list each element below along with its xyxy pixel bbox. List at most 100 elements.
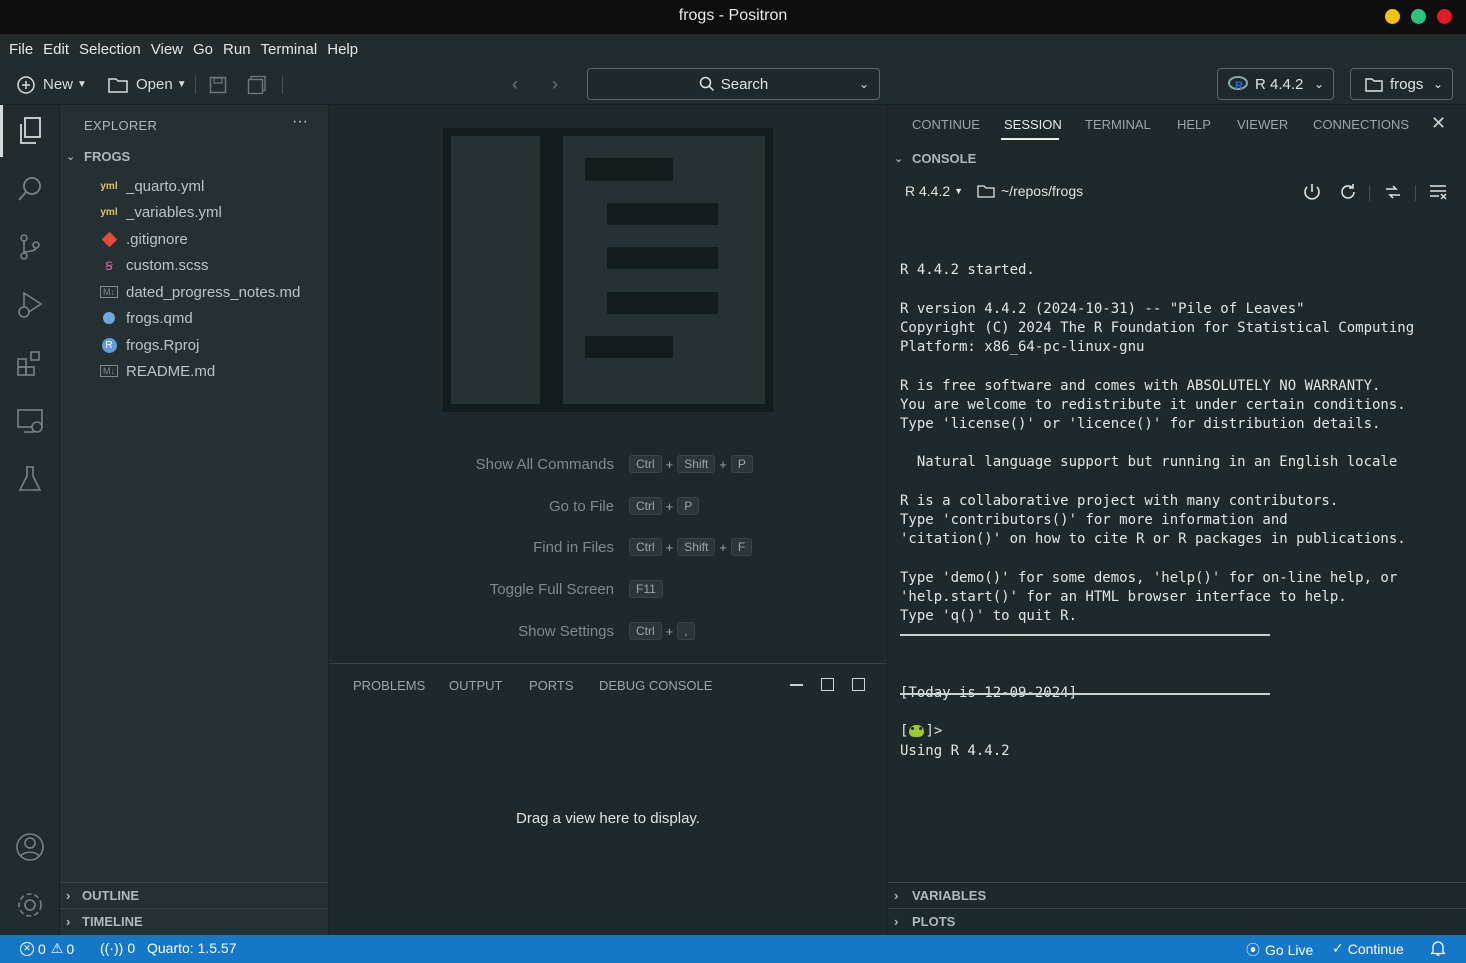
- open-label: Open: [136, 76, 173, 93]
- project-label: frogs: [1390, 75, 1424, 93]
- timeline-section[interactable]: › TIMELINE: [66, 908, 143, 934]
- maximize-button[interactable]: [1411, 9, 1426, 24]
- menu-terminal[interactable]: Terminal: [256, 41, 323, 58]
- gear-icon[interactable]: [0, 879, 60, 931]
- file-item[interactable]: frogs.qmd: [100, 305, 193, 331]
- title-bar: frogs - Positron: [0, 0, 1466, 34]
- file-label: .gitignore: [126, 230, 188, 248]
- go-live-status[interactable]: ⦿ Go Live: [1246, 940, 1313, 960]
- file-label: custom.scss: [126, 256, 209, 274]
- tab-session[interactable]: SESSION: [1004, 117, 1062, 132]
- file-item[interactable]: Rfrogs.Rproj: [100, 332, 199, 358]
- extensions-icon[interactable]: [0, 337, 60, 389]
- minimize-panel-icon[interactable]: [790, 684, 803, 686]
- save-button[interactable]: [209, 64, 227, 105]
- menu-edit[interactable]: Edit: [38, 41, 74, 58]
- svg-text:R: R: [1235, 80, 1243, 92]
- console-prompt[interactable]: [ ]>: [900, 723, 942, 739]
- clear-workspace-icon[interactable]: [1383, 182, 1403, 202]
- r-version-label: R 4.4.2: [1255, 75, 1304, 93]
- file-label: dated_progress_notes.md: [126, 283, 301, 301]
- editor-area: Show All Commands Ctrl + Shift + P Go to Fil…: [329, 105, 887, 663]
- menu-run[interactable]: Run: [218, 41, 256, 58]
- save-all-button[interactable]: [247, 64, 267, 105]
- tab-output[interactable]: OUTPUT: [449, 678, 502, 693]
- variables-section[interactable]: › VARIABLES: [894, 882, 986, 908]
- outline-section[interactable]: › OUTLINE: [66, 882, 139, 908]
- clear-console-icon[interactable]: [1428, 183, 1448, 201]
- key-ctrl: Ctrl: [629, 455, 662, 473]
- plots-section[interactable]: › PLOTS: [894, 908, 955, 934]
- file-item[interactable]: M↓ README.md: [100, 358, 215, 384]
- testing-flask-icon[interactable]: [0, 453, 60, 505]
- file-item[interactable]: ꞩ custom.scss: [100, 252, 209, 278]
- file-item[interactable]: M↓ dated_progress_notes.md: [100, 279, 300, 305]
- run-debug-icon[interactable]: [0, 279, 60, 331]
- tab-terminal[interactable]: TERMINAL: [1085, 117, 1151, 132]
- tab-continue[interactable]: CONTINUE: [912, 117, 980, 132]
- quarto-icon: [100, 312, 118, 324]
- tab-debug-console[interactable]: DEBUG CONSOLE: [599, 678, 712, 693]
- console-interpreter-dropdown[interactable]: R 4.4.2 ▼: [905, 183, 963, 199]
- maximize-panel-icon[interactable]: [852, 678, 865, 691]
- continue-status[interactable]: ✓ Continue: [1332, 940, 1404, 957]
- problems-status[interactable]: ✕ 0 ⚠ 0: [20, 940, 74, 957]
- prompt-bracket-right: ]>: [925, 723, 943, 739]
- bottom-panel: PROBLEMS OUTPUT PORTS DEBUG CONSOLE Drag…: [329, 663, 887, 935]
- file-item[interactable]: .gitignore: [100, 226, 188, 252]
- ports-count: 0: [127, 940, 136, 956]
- tab-help[interactable]: HELP: [1177, 117, 1211, 132]
- back-arrow-icon[interactable]: ‹: [512, 64, 518, 105]
- save-icon: [209, 76, 227, 93]
- tab-problems[interactable]: PROBLEMS: [353, 678, 425, 693]
- working-directory[interactable]: ~/repos/frogs: [977, 183, 1083, 199]
- status-bar: ✕ 0 ⚠ 0 ((·)) 0 Quarto: 1.5.57 ⦿ Go Live…: [0, 935, 1466, 963]
- restart-icon[interactable]: [1338, 182, 1358, 202]
- explorer-icon[interactable]: [0, 105, 60, 157]
- menu-view[interactable]: View: [146, 41, 188, 58]
- accounts-icon[interactable]: [0, 821, 60, 873]
- folder-frogs[interactable]: ⌄ FROGS: [66, 149, 130, 164]
- tab-ports[interactable]: PORTS: [529, 678, 574, 693]
- minimize-button[interactable]: [1385, 9, 1400, 24]
- file-item[interactable]: yml _variables.yml: [100, 199, 222, 225]
- close-icon[interactable]: ✕: [1431, 113, 1446, 134]
- ports-status[interactable]: ((·)) 0: [100, 940, 135, 956]
- menu-help[interactable]: Help: [322, 41, 363, 58]
- forward-arrow-icon[interactable]: ›: [552, 64, 558, 105]
- remote-explorer-icon[interactable]: [0, 395, 60, 447]
- more-actions-icon[interactable]: ···: [292, 113, 308, 131]
- empty-panel-message: Drag a view here to display.: [516, 810, 700, 827]
- open-button[interactable]: Open ▼: [108, 64, 187, 105]
- restore-panel-icon[interactable]: [821, 678, 834, 691]
- shortcut-keys: Ctrl +,: [627, 620, 697, 642]
- quarto-version-status[interactable]: Quarto: 1.5.57: [147, 940, 237, 956]
- folder-label: FROGS: [84, 149, 131, 164]
- console-section-header[interactable]: ⌄ CONSOLE: [894, 151, 976, 166]
- file-label: frogs.Rproj: [126, 336, 200, 354]
- file-label: _variables.yml: [126, 203, 222, 221]
- search-box[interactable]: Search ⌄: [587, 68, 880, 100]
- chevron-down-icon: ⌄: [1432, 77, 1443, 91]
- tab-connections[interactable]: CONNECTIONS: [1313, 117, 1409, 132]
- menu-go[interactable]: Go: [188, 41, 218, 58]
- project-button[interactable]: frogs ⌄: [1350, 68, 1453, 100]
- banner-rule-bottom: [900, 693, 1270, 695]
- chevron-right-icon: ›: [894, 887, 899, 903]
- r-interpreter-button[interactable]: R R 4.4.2 ⌄: [1217, 68, 1334, 100]
- shortcut-show-all-commands: Show All Commands: [476, 453, 614, 475]
- menu-selection[interactable]: Selection: [74, 41, 146, 58]
- yaml-icon: yml: [100, 206, 118, 218]
- power-icon[interactable]: [1302, 182, 1322, 202]
- file-label: frogs.qmd: [126, 309, 193, 327]
- close-window-button[interactable]: [1437, 9, 1452, 24]
- variables-label: VARIABLES: [912, 887, 987, 903]
- bell-icon[interactable]: [1431, 940, 1445, 956]
- search-icon[interactable]: [0, 163, 60, 215]
- source-control-icon[interactable]: [0, 221, 60, 273]
- key-shift: Shift: [677, 538, 716, 556]
- new-button[interactable]: New ▼: [16, 64, 87, 105]
- menu-file[interactable]: File: [4, 41, 38, 58]
- file-item[interactable]: yml _quarto.yml: [100, 173, 204, 199]
- tab-viewer[interactable]: VIEWER: [1237, 117, 1288, 132]
